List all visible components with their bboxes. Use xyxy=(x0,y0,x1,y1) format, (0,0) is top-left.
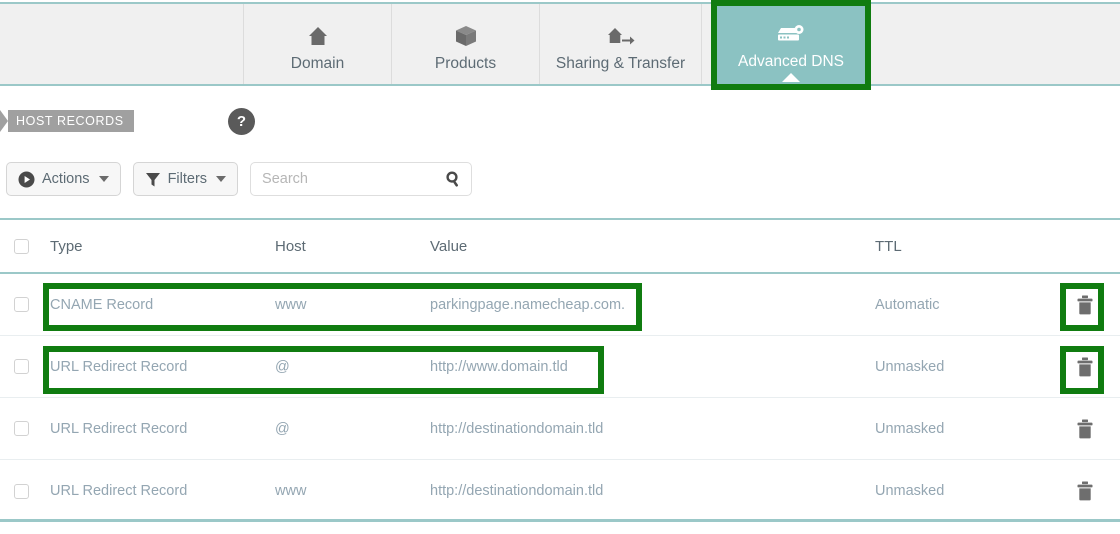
play-circle-icon xyxy=(18,171,35,188)
record-host: www xyxy=(275,297,430,313)
record-host: @ xyxy=(275,359,430,375)
record-type: URL Redirect Record xyxy=(50,359,275,375)
table-row[interactable]: URL Redirect Record www http://destinati… xyxy=(0,460,1120,522)
box-icon xyxy=(453,19,479,49)
delete-icon[interactable] xyxy=(1075,480,1095,502)
row-select-cell xyxy=(0,484,50,499)
help-icon[interactable]: ? xyxy=(228,108,255,135)
table-row[interactable]: URL Redirect Record @ http://destination… xyxy=(0,398,1120,460)
tab-advanced-dns-label: Advanced DNS xyxy=(738,53,844,71)
house-icon xyxy=(305,19,331,49)
record-host: @ xyxy=(275,421,430,437)
server-gear-icon xyxy=(776,19,806,47)
row-actions-cell xyxy=(1050,480,1120,502)
actions-button-label: Actions xyxy=(42,171,90,187)
tab-domain-label: Domain xyxy=(291,55,344,73)
column-header-type: Type xyxy=(50,238,275,255)
tab-products[interactable]: Products xyxy=(392,4,540,84)
record-host: www xyxy=(275,483,430,499)
advanced-dns-tab-highlight: Advanced DNS xyxy=(711,0,871,90)
actions-button[interactable]: Actions xyxy=(6,162,121,196)
select-all-checkbox[interactable] xyxy=(14,239,29,254)
tab-bar-left-spacer xyxy=(0,4,244,84)
row-actions-cell xyxy=(1050,294,1120,316)
column-header-value: Value xyxy=(430,238,875,255)
tab-sharing-transfer-label: Sharing & Transfer xyxy=(556,55,685,73)
record-ttl: Unmasked xyxy=(875,359,1050,375)
dns-records-table: Type Host Value TTL CNAME Record www par… xyxy=(0,218,1120,522)
record-type: URL Redirect Record xyxy=(50,421,275,437)
host-records-ribbon: HOST RECORDS xyxy=(0,110,134,132)
primary-tab-bar: Domain Products Sharing & Transfer xyxy=(0,2,1120,86)
table-row[interactable]: URL Redirect Record @ http://www.domain.… xyxy=(0,336,1120,398)
table-bottom-rule xyxy=(0,519,1120,522)
delete-icon[interactable] xyxy=(1075,356,1095,378)
tab-domain[interactable]: Domain xyxy=(244,4,392,84)
records-toolbar: Actions Filters xyxy=(6,162,472,196)
chevron-down-icon xyxy=(99,176,109,182)
tab-active-pointer xyxy=(782,73,800,82)
house-arrow-icon xyxy=(606,19,636,49)
search-input[interactable] xyxy=(251,163,471,195)
tab-products-label: Products xyxy=(435,55,496,73)
record-ttl: Unmasked xyxy=(875,483,1050,499)
record-value: http://www.domain.tld xyxy=(430,359,875,375)
table-header-row: Type Host Value TTL xyxy=(0,220,1120,274)
table-row[interactable]: CNAME Record www parkingpage.namecheap.c… xyxy=(0,274,1120,336)
column-header-ttl: TTL xyxy=(875,238,1050,255)
row-checkbox[interactable] xyxy=(14,297,29,312)
delete-icon[interactable] xyxy=(1075,294,1095,316)
record-ttl: Unmasked xyxy=(875,421,1050,437)
row-checkbox[interactable] xyxy=(14,421,29,436)
row-checkbox[interactable] xyxy=(14,359,29,374)
tab-advanced-dns[interactable]: Advanced DNS xyxy=(717,6,865,84)
row-select-cell xyxy=(0,421,50,436)
record-ttl: Automatic xyxy=(875,297,1050,313)
row-checkbox[interactable] xyxy=(14,484,29,499)
row-select-cell xyxy=(0,297,50,312)
tab-sharing-transfer[interactable]: Sharing & Transfer xyxy=(540,4,702,84)
record-type: URL Redirect Record xyxy=(50,483,275,499)
column-header-host: Host xyxy=(275,238,430,255)
filters-button[interactable]: Filters xyxy=(133,162,238,196)
chevron-down-icon xyxy=(216,176,226,182)
record-value: parkingpage.namecheap.com. xyxy=(430,297,875,313)
search-field[interactable] xyxy=(250,162,472,196)
host-records-label: HOST RECORDS xyxy=(16,114,124,128)
row-actions-cell xyxy=(1050,356,1120,378)
select-all-cell xyxy=(0,239,50,254)
search-icon[interactable] xyxy=(445,171,462,188)
record-type: CNAME Record xyxy=(50,297,275,313)
record-value: http://destinationdomain.tld xyxy=(430,483,875,499)
record-value: http://destinationdomain.tld xyxy=(430,421,875,437)
delete-icon[interactable] xyxy=(1075,418,1095,440)
row-actions-cell xyxy=(1050,418,1120,440)
funnel-icon xyxy=(145,171,161,188)
row-select-cell xyxy=(0,359,50,374)
filters-button-label: Filters xyxy=(168,171,207,187)
